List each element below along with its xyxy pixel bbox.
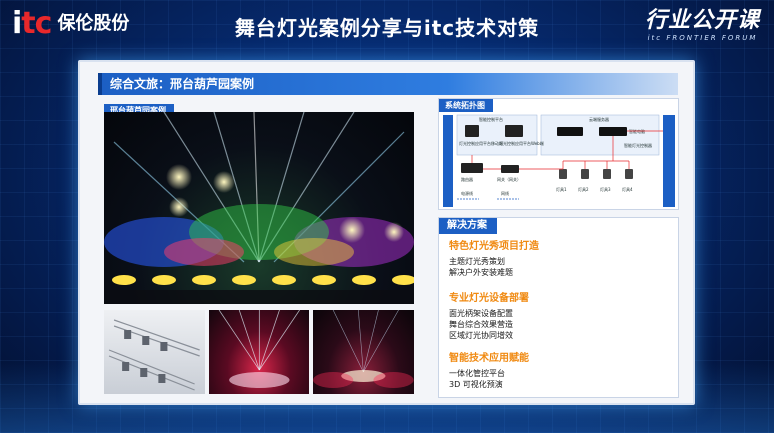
solution-group-3-head: 智能技术应用赋能: [449, 353, 529, 364]
topology-node-smart-control: 智能控制平台: [479, 116, 503, 122]
topology-right-bar: [663, 115, 675, 207]
topology-node-web-app: 灯光控制应用平台Web端: [499, 140, 544, 146]
info-panel: 系统拓扑图 智能控制平台 云端服务器 灯光控制应用平台移动端 灯光控制应用平台W…: [438, 98, 679, 398]
forum-badge: 行业公开课 itc FRONTIER FORUM: [645, 8, 760, 42]
solution-group-1: 特色灯光秀项目打造 主题灯光秀策划 解决户外安装难题: [449, 240, 539, 278]
topology-lamp-3: 灯具3: [600, 186, 611, 192]
solution-item: 解决户外安装难题: [449, 268, 513, 277]
topology-lamp-1: 灯具1: [556, 186, 567, 192]
red-show-art: [218, 310, 300, 388]
solutions-title: 解决方案: [439, 218, 497, 234]
solution-item: 区域灯光协同增效: [449, 331, 513, 340]
topology-node-power: 电源线: [461, 190, 473, 196]
solution-item: 主题灯光秀策划: [449, 257, 505, 266]
topology-lamp-4: 灯具4: [622, 186, 633, 192]
slide-card: 综合文旅：邢台葫芦园案例 邢台葫芦园案例 系统拓扑图 智能控制平台 云端服务器 …: [78, 60, 695, 405]
thumbnail-night-stage[interactable]: [313, 310, 415, 394]
solution-item: 面光柄架设备配置: [449, 309, 513, 318]
truss-art: [108, 319, 200, 391]
night-stage-art: [313, 310, 415, 388]
solution-group-2: 专业灯光设备部署 面光柄架设备配置 舞台综合效果营造 区域灯光协同增效: [449, 292, 529, 341]
topology-left-bar: [443, 115, 453, 207]
slide-title: 综合文旅：邢台葫芦园案例: [110, 77, 255, 91]
solution-group-1-head: 特色灯光秀项目打造: [449, 241, 539, 252]
solution-group-3: 智能技术应用赋能 一体化管控平台 3D 可视化预演: [449, 352, 529, 390]
thumbnail-red-show[interactable]: [208, 310, 310, 394]
topology-box: 系统拓扑图 智能控制平台 云端服务器 灯光控制应用平台移动端 灯光控制应用平台W…: [438, 98, 679, 210]
solution-item: 一体化管控平台: [449, 369, 505, 378]
thumbnail-truss-fixtures[interactable]: [104, 310, 205, 394]
topology-diagram: 智能控制平台 云端服务器 灯光控制应用平台移动端 灯光控制应用平台Web端 智能…: [443, 114, 675, 207]
topology-node-lighting-controller: 智能灯光控制器: [624, 142, 652, 148]
slide-title-bar: 综合文旅：邢台葫芦园案例: [98, 73, 678, 95]
forum-title: 行业公开课: [644, 8, 760, 33]
solutions-box: 解决方案 特色灯光秀项目打造 主题灯光秀策划 解决户外安装难题 专业灯光设备部署…: [438, 217, 679, 398]
topology-node-tablet-app: 灯光控制应用平台移动端: [459, 140, 503, 146]
hero-photo-art: [104, 112, 414, 304]
topology-label: 系统拓扑图: [439, 99, 493, 112]
photo-panel: 邢台葫芦园案例: [104, 98, 415, 398]
solution-item: 舞台综合效果营造: [449, 320, 513, 329]
solution-group-2-head: 专业灯光设备部署: [449, 293, 529, 304]
topology-node-net: 网线: [501, 190, 509, 196]
photo-thumbnails: [104, 310, 415, 394]
topology-node-router: 路由器: [461, 176, 473, 182]
solution-item: 3D 可视化预演: [449, 380, 503, 389]
topology-lamp-2: 灯具2: [578, 186, 589, 192]
hero-photo: [104, 112, 414, 304]
forum-subtitle: itc FRONTIER FORUM: [647, 34, 758, 42]
topology-node-gateway: 网关（网关）: [497, 176, 521, 182]
topology-node-cloud: 云端服务器: [589, 116, 609, 122]
